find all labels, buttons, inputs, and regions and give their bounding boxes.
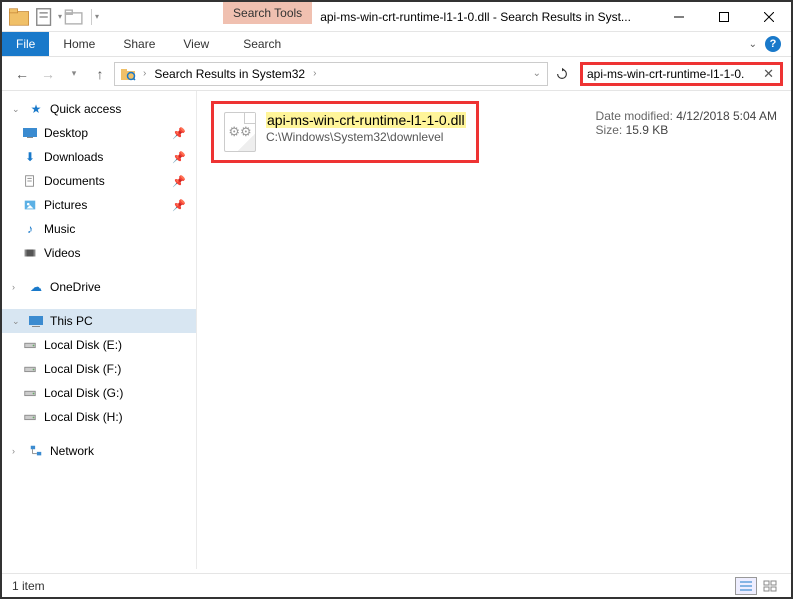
nav-recent-button[interactable]: ▾ bbox=[62, 62, 86, 86]
search-query-text: api-ms-win-crt-runtime-l1-1-0. bbox=[587, 67, 761, 81]
collapse-icon[interactable]: ⌄ bbox=[12, 104, 22, 115]
status-item-count: 1 item bbox=[12, 579, 45, 593]
address-chevron-icon[interactable]: › bbox=[309, 68, 320, 79]
tab-file[interactable]: File bbox=[2, 32, 49, 56]
sidebar-item-pictures[interactable]: Pictures 📌 bbox=[2, 193, 196, 217]
pictures-icon bbox=[22, 197, 38, 213]
tab-search[interactable]: Search bbox=[229, 32, 295, 56]
network-icon bbox=[28, 443, 44, 459]
ribbon-collapse-icon[interactable]: ⌄ bbox=[749, 39, 757, 50]
minimize-button[interactable] bbox=[656, 2, 701, 32]
address-location[interactable]: Search Results in System32 bbox=[150, 67, 309, 81]
sidebar-item-downloads[interactable]: ⬇ Downloads 📌 bbox=[2, 145, 196, 169]
view-details-button[interactable] bbox=[735, 577, 757, 595]
result-filename: api-ms-win-crt-runtime-l1-1-0.dll bbox=[266, 112, 466, 128]
downloads-icon: ⬇ bbox=[22, 149, 38, 165]
tab-share[interactable]: Share bbox=[109, 32, 169, 56]
drive-icon bbox=[22, 409, 38, 425]
videos-icon bbox=[22, 245, 38, 261]
search-clear-icon[interactable]: ✕ bbox=[761, 66, 776, 82]
collapse-icon[interactable]: ⌄ bbox=[12, 316, 22, 327]
computer-icon bbox=[28, 313, 44, 329]
view-large-button[interactable] bbox=[759, 577, 781, 595]
sidebar-item-music[interactable]: ♪ Music bbox=[2, 217, 196, 241]
nav-up-button[interactable]: ↑ bbox=[88, 62, 112, 86]
qat-separator bbox=[91, 9, 92, 25]
refresh-button[interactable] bbox=[550, 62, 574, 86]
cloud-icon: ☁ bbox=[28, 279, 44, 295]
search-result-item[interactable]: ⚙⚙ api-ms-win-crt-runtime-l1-1-0.dll C:\… bbox=[211, 101, 479, 163]
properties-qat-icon[interactable] bbox=[34, 6, 56, 28]
sidebar-item-drive-h[interactable]: Local Disk (H:) bbox=[2, 405, 196, 429]
address-dropdown-icon[interactable]: ⌄ bbox=[529, 68, 545, 79]
drive-icon bbox=[22, 361, 38, 377]
sidebar-item-drive-f[interactable]: Local Disk (F:) bbox=[2, 357, 196, 381]
expand-icon[interactable]: › bbox=[12, 446, 22, 456]
new-folder-qat-icon[interactable] bbox=[64, 6, 86, 28]
address-chevron-icon[interactable]: › bbox=[139, 68, 150, 79]
result-path: C:\Windows\System32\downlevel bbox=[266, 130, 466, 144]
search-input[interactable]: api-ms-win-crt-runtime-l1-1-0. ✕ bbox=[580, 62, 783, 86]
pin-icon: 📌 bbox=[172, 175, 186, 188]
pin-icon: 📌 bbox=[172, 127, 186, 140]
address-bar[interactable]: › Search Results in System32 › ⌄ bbox=[114, 62, 548, 86]
desktop-icon bbox=[22, 125, 38, 141]
sidebar-onedrive[interactable]: › ☁ OneDrive bbox=[2, 275, 196, 299]
tab-view[interactable]: View bbox=[169, 32, 223, 56]
sidebar-network[interactable]: › Network bbox=[2, 439, 196, 463]
location-folder-icon bbox=[119, 65, 137, 83]
drive-icon bbox=[22, 337, 38, 353]
nav-back-button[interactable]: ← bbox=[10, 62, 34, 86]
drive-icon bbox=[22, 385, 38, 401]
result-metadata: Date modified: 4/12/2018 5:04 AM Size: 1… bbox=[596, 109, 777, 137]
results-pane[interactable]: ⚙⚙ api-ms-win-crt-runtime-l1-1-0.dll C:\… bbox=[197, 91, 791, 569]
folder-app-icon bbox=[8, 6, 30, 28]
navigation-pane: ⌄ ★ Quick access Desktop 📌 ⬇ Downloads 📌… bbox=[2, 91, 197, 569]
sidebar-item-drive-e[interactable]: Local Disk (E:) bbox=[2, 333, 196, 357]
expand-icon[interactable]: › bbox=[12, 282, 22, 292]
close-button[interactable] bbox=[746, 2, 791, 32]
help-icon[interactable]: ? bbox=[765, 36, 781, 52]
sidebar-item-desktop[interactable]: Desktop 📌 bbox=[2, 121, 196, 145]
star-icon: ★ bbox=[28, 101, 44, 117]
sidebar-item-drive-g[interactable]: Local Disk (G:) bbox=[2, 381, 196, 405]
music-icon: ♪ bbox=[22, 221, 38, 237]
window-title: api-ms-win-crt-runtime-l1-1-0.dll - Sear… bbox=[312, 2, 656, 31]
sidebar-this-pc[interactable]: ⌄ This PC bbox=[2, 309, 196, 333]
sidebar-quick-access[interactable]: ⌄ ★ Quick access bbox=[2, 97, 196, 121]
documents-icon bbox=[22, 173, 38, 189]
context-tab-search: Search Tools bbox=[223, 2, 312, 24]
pin-icon: 📌 bbox=[172, 199, 186, 212]
sidebar-item-videos[interactable]: Videos bbox=[2, 241, 196, 265]
maximize-button[interactable] bbox=[701, 2, 746, 32]
dll-file-icon: ⚙⚙ bbox=[224, 112, 256, 152]
pin-icon: 📌 bbox=[172, 151, 186, 164]
nav-forward-button[interactable]: → bbox=[36, 62, 60, 86]
tab-home[interactable]: Home bbox=[49, 32, 109, 56]
sidebar-item-documents[interactable]: Documents 📌 bbox=[2, 169, 196, 193]
